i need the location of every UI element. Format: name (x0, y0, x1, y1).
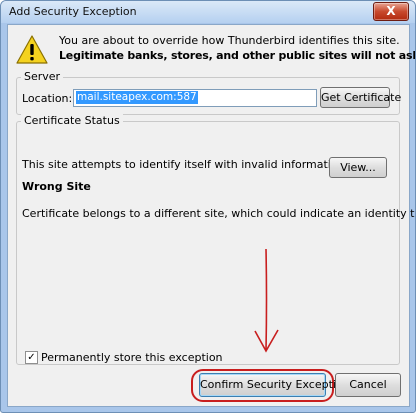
permanent-store-checkbox[interactable]: ✓ (25, 351, 38, 364)
location-label: Location: (22, 92, 73, 105)
close-button[interactable]: X (373, 2, 409, 21)
permanent-store-label[interactable]: Permanently store this exception (41, 351, 223, 364)
override-message: You are about to override how Thunderbir… (59, 34, 400, 47)
problem-title: Wrong Site (22, 180, 91, 193)
dialog-body: You are about to override how Thunderbir… (7, 24, 415, 407)
certificate-status-group: Certificate Status This site attempts to… (16, 114, 415, 365)
certificate-status-text: This site attempts to identify itself wi… (22, 158, 349, 171)
cancel-button[interactable]: Cancel (335, 373, 401, 397)
dialog-window: Add Security Exception X You are about t… (0, 0, 416, 413)
view-certificate-button[interactable]: View... (329, 157, 387, 178)
confirm-security-exception-button[interactable]: Confirm Security Exception (199, 373, 350, 397)
dialog-title: Add Security Exception (9, 5, 137, 18)
server-group-label: Server (21, 70, 64, 83)
get-certificate-button[interactable]: Get Certificate (320, 87, 401, 108)
warning-icon (16, 35, 48, 64)
server-group: Server Location: mail.siteapex.com:587 G… (16, 70, 401, 115)
location-input[interactable]: mail.siteapex.com:587 (73, 89, 317, 107)
annotation-arrow-icon (254, 248, 279, 353)
legitimate-sites-warning: Legitimate banks, stores, and other publ… (59, 49, 415, 62)
certificate-status-label: Certificate Status (21, 114, 123, 127)
location-value: mail.siteapex.com:587 (76, 91, 198, 104)
title-bar[interactable]: Add Security Exception X (1, 1, 415, 23)
problem-detail: Certificate belongs to a different site,… (22, 207, 416, 220)
